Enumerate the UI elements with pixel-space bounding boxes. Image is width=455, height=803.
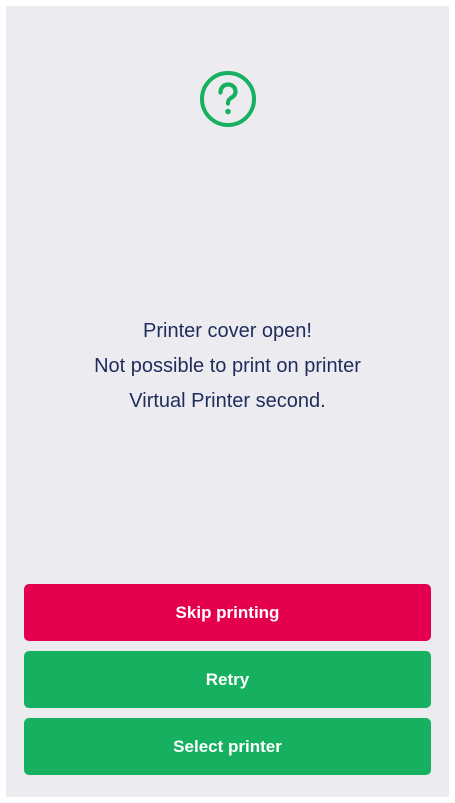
printer-name-line: Virtual Printer second. — [129, 390, 326, 412]
error-title: Printer cover open! — [143, 320, 312, 342]
question-circle-icon — [199, 70, 257, 128]
printer-error-screen: Printer cover open! Not possible to prin… — [6, 6, 449, 797]
select-printer-button[interactable]: Select printer — [24, 718, 431, 775]
skip-printing-button[interactable]: Skip printing — [24, 584, 431, 641]
retry-button[interactable]: Retry — [24, 651, 431, 708]
error-message: Printer cover open! Not possible to prin… — [6, 314, 449, 419]
error-detail: Not possible to print on printer — [94, 355, 361, 377]
